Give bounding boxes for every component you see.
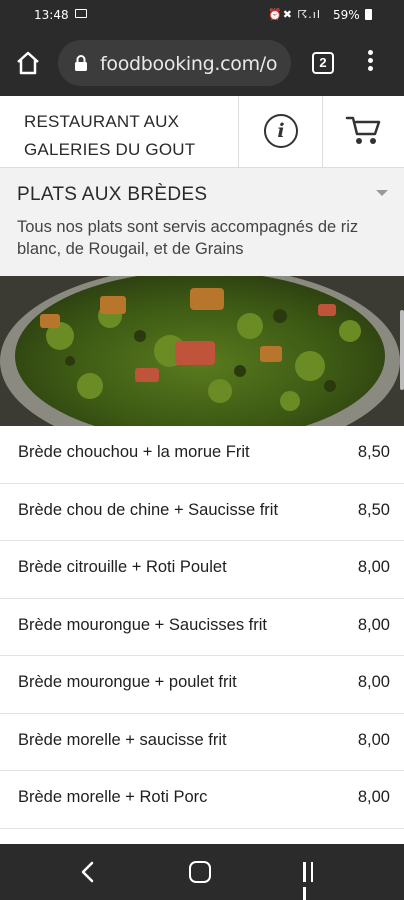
dish-name: Brède morelle + Roti Porc bbox=[18, 788, 208, 806]
dish-row[interactable]: Brède mourongue + Saucisses frit 8,00 bbox=[0, 598, 404, 656]
dish-price: 8,00 bbox=[357, 673, 390, 691]
recent-apps-icon[interactable] bbox=[303, 862, 325, 900]
scrollbar[interactable] bbox=[400, 310, 404, 390]
dish-row[interactable]: Brède morelle + Roti Porc 8,00 bbox=[0, 771, 404, 829]
back-icon[interactable] bbox=[80, 861, 96, 883]
restaurant-name: RESTAURANT AUX GALERIES DU GOUT bbox=[24, 108, 234, 164]
status-bar: 13:48 ⏰✖ ☈.ıl 59% bbox=[0, 0, 404, 30]
dish-name: Brède chou de chine + Saucisse frit bbox=[18, 500, 279, 519]
dish-row[interactable]: Brède citrouille + Roti Poulet 8,00 bbox=[0, 541, 404, 599]
dish-name: Brède citrouille + Roti Poulet bbox=[18, 558, 227, 576]
dish-price: 8,00 bbox=[357, 558, 390, 576]
chevron-down-icon[interactable] bbox=[376, 190, 388, 196]
battery-level: 59% bbox=[333, 8, 360, 22]
address-bar[interactable]: foodbooking.com/o bbox=[58, 40, 291, 86]
dish-name: Brède chouchou + la morue Frit bbox=[18, 443, 250, 461]
tab-switcher-button[interactable]: 2 bbox=[312, 52, 334, 74]
category-description: Tous nos plats sont servis accompagnés d… bbox=[17, 218, 359, 258]
cart-button[interactable] bbox=[322, 96, 404, 168]
system-navigation-bar bbox=[0, 844, 404, 900]
status-time: 13:48 bbox=[34, 8, 69, 22]
dish-row[interactable]: Brède morelle + saucisse frit 8,00 bbox=[0, 713, 404, 771]
dish-name: Brède mourongue + Saucisses frit bbox=[18, 615, 268, 634]
home-button[interactable] bbox=[14, 50, 42, 76]
dish-row[interactable]: Brède mourongue + poulet frit 8,00 bbox=[0, 656, 404, 714]
url-text: foodbooking.com/o bbox=[100, 53, 278, 75]
restaurant-name-line1: RESTAURANT AUX bbox=[24, 112, 180, 131]
cart-icon bbox=[345, 116, 381, 144]
category-food-image bbox=[0, 276, 404, 426]
info-button[interactable]: i bbox=[238, 96, 322, 168]
browser-toolbar: foodbooking.com/o 2 bbox=[0, 30, 404, 96]
screen-icon bbox=[75, 9, 87, 18]
dish-row[interactable]: Brède chou de chine + Saucisse frit 8,50 bbox=[0, 483, 404, 541]
lock-icon bbox=[75, 55, 87, 71]
food-photo bbox=[0, 276, 404, 426]
info-icon: i bbox=[264, 114, 298, 148]
dish-row[interactable]: Brède chouchou + la morue Frit 8,50 bbox=[0, 426, 404, 484]
dish-price: 8,50 bbox=[357, 443, 390, 461]
dish-price: 8,00 bbox=[357, 730, 390, 749]
category-title: PLATS AUX BRÈDES bbox=[17, 184, 208, 205]
status-icons: ⏰✖ ☈.ıl bbox=[268, 8, 321, 21]
category-section[interactable]: PLATS AUX BRÈDES Tous nos plats sont ser… bbox=[0, 168, 404, 276]
dish-price: 8,00 bbox=[357, 788, 390, 806]
home-nav-icon[interactable] bbox=[189, 861, 211, 883]
restaurant-header: RESTAURANT AUX GALERIES DU GOUT i bbox=[0, 96, 404, 168]
restaurant-name-line2: GALERIES DU GOUT bbox=[24, 140, 196, 159]
battery-icon bbox=[365, 9, 372, 20]
dish-price: 8,00 bbox=[357, 615, 390, 634]
dish-name: Brède mourongue + poulet frit bbox=[18, 673, 237, 691]
dish-list: Brède chouchou + la morue Frit 8,50 Brèd… bbox=[0, 426, 404, 829]
dish-name: Brède morelle + saucisse frit bbox=[18, 730, 227, 749]
home-icon bbox=[17, 51, 39, 75]
overflow-menu-icon[interactable] bbox=[362, 50, 378, 76]
dish-price: 8,50 bbox=[357, 500, 390, 519]
